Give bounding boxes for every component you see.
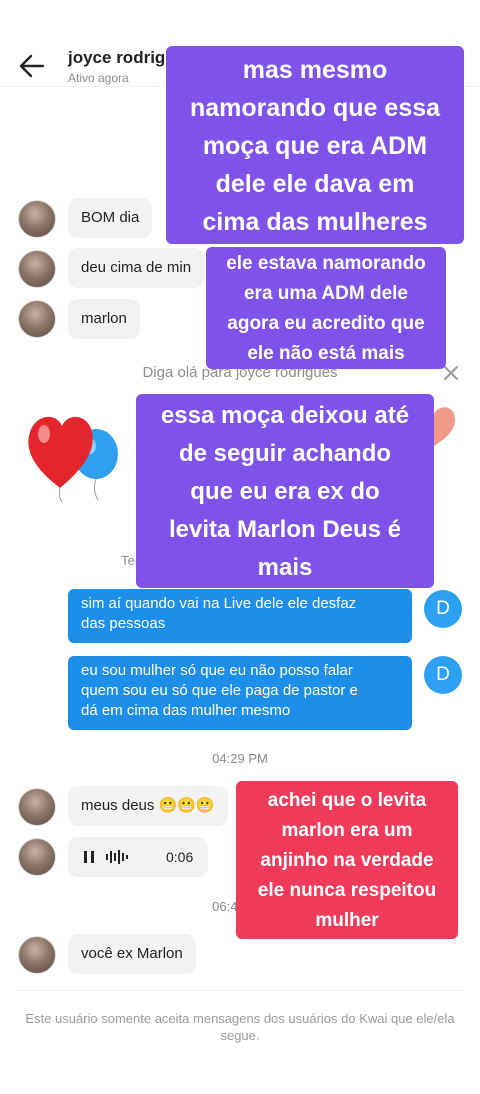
caption-line: era uma ADM dele: [243, 283, 408, 304]
message-bubble-incoming: marlon: [68, 299, 140, 339]
caption-line: dele ele dava em: [215, 170, 415, 198]
user-avatar[interactable]: D: [424, 656, 462, 694]
user-avatar[interactable]: D: [424, 590, 462, 628]
contact-avatar[interactable]: [18, 300, 56, 338]
caption-line: de seguir achando: [178, 440, 392, 467]
caption-overlay: ele estava namorando era uma ADM dele ag…: [206, 247, 446, 369]
caption-line: essa moça deixou até: [160, 402, 410, 429]
caption-line: levita Marlon Deus é: [168, 516, 402, 543]
message-line: sim aí quando vai na Live dele ele desfa…: [81, 595, 357, 612]
caption-line: moça que era ADM: [202, 132, 428, 160]
caption-line: cima das mulheres: [202, 208, 428, 236]
caption-line: ele nunca respeitou: [257, 880, 437, 901]
caption-line: anjinho na verdade: [260, 850, 434, 871]
heart-balloons-icon: [24, 402, 124, 503]
message-line: quem sou eu só que ele paga de pastor e: [81, 682, 358, 699]
message-bubble-outgoing: sim aí quando vai na Live dele ele desfa…: [68, 589, 412, 643]
voice-message[interactable]: 0:06: [68, 837, 208, 877]
caption-line: namorando que essa: [189, 94, 441, 122]
caption-line: ele estava namorando: [226, 253, 426, 274]
caption-line: agora eu acredito que: [227, 313, 425, 334]
caption-line: mas mesmo: [242, 56, 388, 84]
messaging-restriction-note: Este usuário somente aceita mensagens do…: [25, 1011, 455, 1043]
caption-line: ele não está mais: [247, 343, 405, 364]
footer-divider: [16, 990, 464, 991]
contact-avatar[interactable]: [18, 250, 56, 288]
contact-avatar[interactable]: [18, 200, 56, 238]
message-line: dá em cima das mulher mesmo: [81, 702, 291, 719]
back-button[interactable]: [14, 48, 50, 84]
voice-duration: 0:06: [166, 849, 194, 865]
contact-avatar[interactable]: [18, 838, 56, 876]
caption-line: que eu era ex do: [190, 478, 380, 505]
caption-line: mulher: [315, 910, 379, 931]
pause-icon[interactable]: [82, 850, 96, 864]
message-bubble-incoming: meus deus 😬😬😬: [68, 786, 228, 826]
contact-avatar[interactable]: [18, 936, 56, 974]
message-bubble-incoming: BOM dia: [68, 198, 153, 238]
caption-overlay: mas mesmo namorando que essa moça que er…: [166, 46, 464, 244]
caption-line: marlon era um: [281, 820, 413, 841]
message-bubble-incoming: você ex Marlon: [68, 934, 196, 974]
contact-status: Ativo agora: [68, 71, 129, 85]
caption-line: mais: [257, 554, 313, 581]
caption-overlay: essa moça deixou até de seguir achando q…: [136, 394, 434, 588]
caption-overlay: achei que o levita marlon era um anjinho…: [236, 781, 458, 939]
message-bubble-outgoing: eu sou mulher só que eu não posso falar …: [68, 656, 412, 730]
message-bubble-incoming: deu cima de min: [68, 248, 205, 288]
arrow-left-icon: [19, 54, 45, 78]
message-line: das pessoas: [81, 615, 166, 632]
message-line: eu sou mulher só que eu não posso falar: [81, 662, 353, 679]
contact-avatar[interactable]: [18, 788, 56, 826]
caption-line: achei que o levita: [267, 790, 427, 811]
waveform-icon: [106, 850, 128, 864]
message-timestamp: 04:29 PM: [212, 751, 268, 766]
